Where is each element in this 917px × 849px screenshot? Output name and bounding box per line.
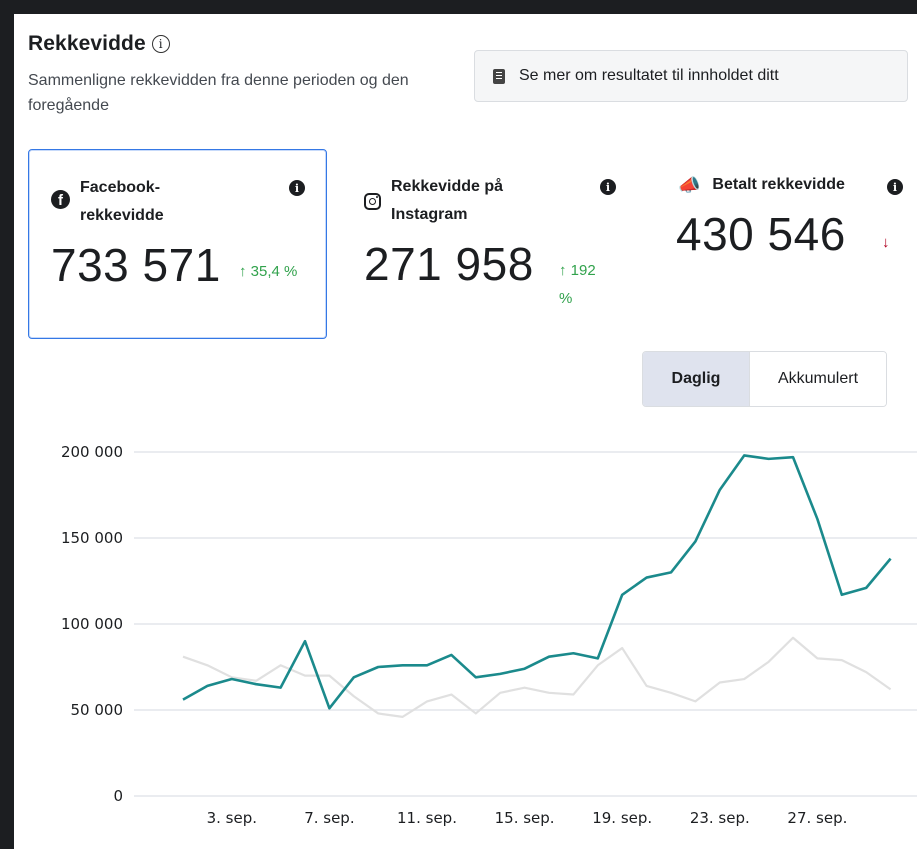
y-tick-label: 200 000 xyxy=(61,443,123,461)
info-icon[interactable]: i xyxy=(600,179,616,195)
book-icon xyxy=(493,68,505,84)
x-tick-label: 15. sep. xyxy=(495,809,555,827)
info-icon[interactable]: i xyxy=(887,179,903,195)
instagram-icon xyxy=(364,193,381,210)
y-tick-label: 100 000 xyxy=(61,615,123,633)
paid-reach-card[interactable]: 📣 Betalt rekkevidde i 430 546 ↓ xyxy=(664,149,917,339)
reach-line-chart: 0 50 000 100 000 150 000 200 000 3. sep. 7. se… xyxy=(61,443,917,827)
paid-reach-label: Betalt rekkevidde xyxy=(712,176,845,193)
y-tick-label: 0 xyxy=(113,787,123,805)
facebook-reach-change: ↑ 35,4 % xyxy=(239,263,298,280)
y-tick-label: 50 000 xyxy=(71,701,124,719)
previous-period-line[interactable] xyxy=(182,636,892,718)
y-tick-label: 150 000 xyxy=(61,529,123,547)
x-tick-label: 19. sep. xyxy=(592,809,652,827)
instagram-reach-card[interactable]: Rekkevidde på Instagram i 271 958 ↑ 192 … xyxy=(350,149,640,339)
arrow-up-icon: ↑ xyxy=(559,262,571,279)
x-tick-label: 7. sep. xyxy=(304,809,354,827)
megaphone-icon: 📣 xyxy=(678,175,701,195)
facebook-icon: f xyxy=(51,190,70,209)
x-tick-label: 27. sep. xyxy=(787,809,847,827)
arrow-up-icon: ↑ xyxy=(239,263,251,280)
instagram-reach-label: Rekkevidde på Instagram xyxy=(391,178,504,223)
x-tick-label: 23. sep. xyxy=(690,809,750,827)
facebook-reach-value: 733 571 xyxy=(51,239,221,291)
see-more-label: Se mer om resultatet til innholdet ditt xyxy=(519,67,779,84)
paid-reach-value: 430 546 xyxy=(676,208,846,260)
info-icon[interactable]: i xyxy=(289,180,305,196)
see-more-results-button[interactable]: Se mer om resultatet til innholdet ditt xyxy=(474,50,908,102)
facebook-reach-card[interactable]: f Facebook-rekkevidde i 733 571 ↑ 35,4 % xyxy=(28,149,327,339)
instagram-reach-value: 271 958 xyxy=(364,238,534,290)
section-title: Rekkevidde i xyxy=(28,32,170,56)
arrow-down-icon: ↓ xyxy=(882,234,890,251)
x-tick-label: 3. sep. xyxy=(207,809,257,827)
daily-toggle-button[interactable]: Daglig xyxy=(643,352,750,406)
title-text: Rekkevidde xyxy=(28,32,146,55)
chart-mode-toggle: Daglig Akkumulert xyxy=(642,351,887,407)
current-period-line[interactable] xyxy=(182,454,892,710)
cumulative-toggle-button[interactable]: Akkumulert xyxy=(750,352,886,406)
x-tick-label: 11. sep. xyxy=(397,809,457,827)
info-icon[interactable]: i xyxy=(151,35,170,53)
instagram-reach-change: ↑ 192 % xyxy=(559,262,596,307)
section-subtitle: Sammenligne rekkevidden fra denne period… xyxy=(28,72,409,114)
reach-panel: Rekkevidde i Sammenligne rekkevidden fra… xyxy=(14,14,917,849)
facebook-reach-label: Facebook-rekkevidde xyxy=(80,179,164,224)
